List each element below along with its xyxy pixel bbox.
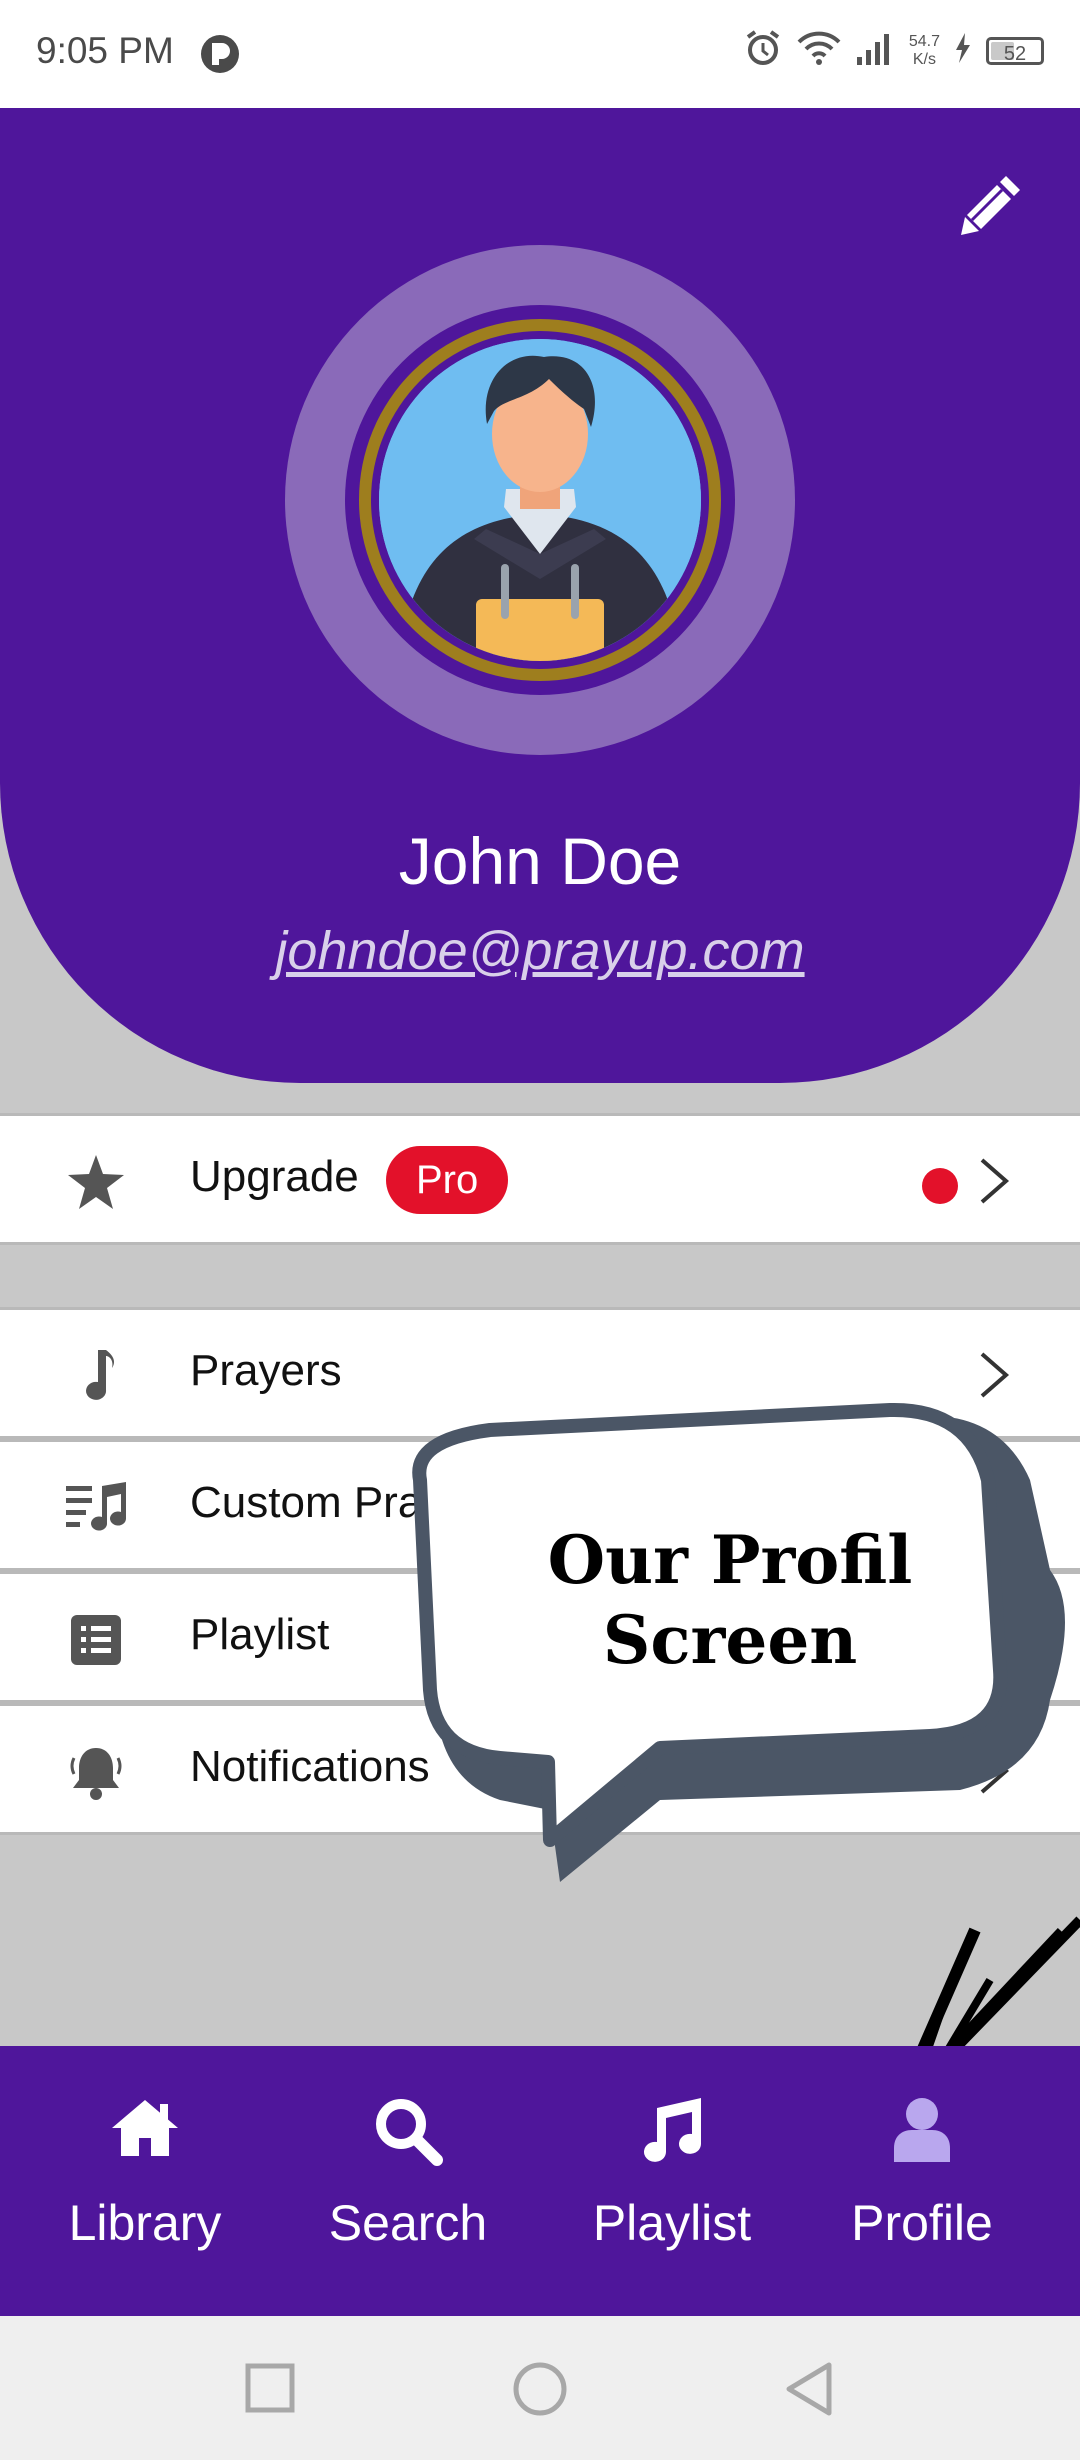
nav-label-library: Library	[68, 2195, 222, 2251]
menu-label-playlist: Playlist	[190, 1610, 330, 1659]
star-icon	[64, 1154, 128, 1210]
square-icon	[245, 2363, 295, 2413]
alarm-icon	[743, 28, 783, 73]
user-icon	[787, 2096, 1057, 2162]
battery-level: 52	[1003, 42, 1027, 65]
upgrade-row[interactable]: Upgrade Pro	[0, 1113, 1080, 1245]
triangle-back-icon	[786, 2362, 832, 2416]
callout-line-1: Our Profil	[547, 1521, 913, 1599]
avatar-inner-ring	[371, 331, 709, 669]
bottom-navigation: Library Search Playlist Profile	[0, 2046, 1080, 2316]
nav-library[interactable]: Library	[10, 2046, 280, 2316]
avatar-gold-border	[359, 319, 721, 681]
pro-badge: Pro	[386, 1146, 509, 1214]
search-icon	[273, 2096, 543, 2166]
charging-icon	[954, 33, 972, 68]
music-icon	[537, 2096, 807, 2164]
nav-label-playlist: Playlist	[592, 2195, 752, 2251]
user-name: John Doe	[398, 824, 682, 898]
callout-text: Our Profil Screen	[510, 1520, 950, 1680]
pencil-icon	[961, 176, 1020, 235]
bell-icon	[64, 1744, 128, 1800]
net-speed: 54.7 K/s	[909, 33, 940, 69]
system-navigation-bar	[0, 2316, 1080, 2460]
music-note-icon	[64, 1348, 128, 1404]
home-button[interactable]	[512, 2361, 568, 2422]
music-list-icon	[64, 1480, 128, 1536]
status-time: 9:05 PM	[36, 30, 174, 71]
battery-icon: 52	[986, 36, 1044, 65]
status-bar: 9:05 PM 54.7 K/s 52	[0, 0, 1080, 108]
list-icon	[64, 1612, 128, 1668]
wifi-icon	[797, 30, 841, 71]
recent-apps-button[interactable]	[245, 2363, 295, 2418]
user-email-link[interactable]: johndoe@prayup.com	[0, 920, 1080, 982]
menu-label-prayers: Prayers	[190, 1346, 342, 1395]
upgrade-label: Upgrade	[190, 1152, 359, 1201]
avatar[interactable]	[285, 245, 795, 755]
avatar-ring	[345, 305, 735, 695]
signal-icon	[855, 31, 895, 70]
profile-header: John Doe johndoe@prayup.com	[0, 108, 1080, 1083]
nav-playlist[interactable]: Playlist	[537, 2046, 807, 2316]
nav-label-search: Search	[328, 2195, 488, 2251]
chevron-right-icon	[978, 1156, 1010, 1211]
net-speed-value: 54.7	[908, 32, 940, 50]
home-icon	[10, 2096, 280, 2158]
nav-search[interactable]: Search	[273, 2046, 543, 2316]
circle-icon	[513, 2362, 567, 2416]
callout-line-2: Screen	[602, 1601, 858, 1679]
notification-dot	[922, 1168, 958, 1204]
back-button[interactable]	[783, 2361, 835, 2422]
status-icons: 54.7 K/s 52	[743, 28, 1044, 73]
nav-label-profile: Profile	[851, 2195, 993, 2251]
app-notification-icon	[200, 34, 240, 79]
net-speed-unit: K/s	[912, 50, 936, 68]
nav-profile[interactable]: Profile	[787, 2046, 1057, 2316]
avatar-image	[379, 339, 701, 661]
menu-label-notifications: Notifications	[190, 1742, 430, 1791]
edit-profile-button[interactable]	[960, 172, 1024, 241]
